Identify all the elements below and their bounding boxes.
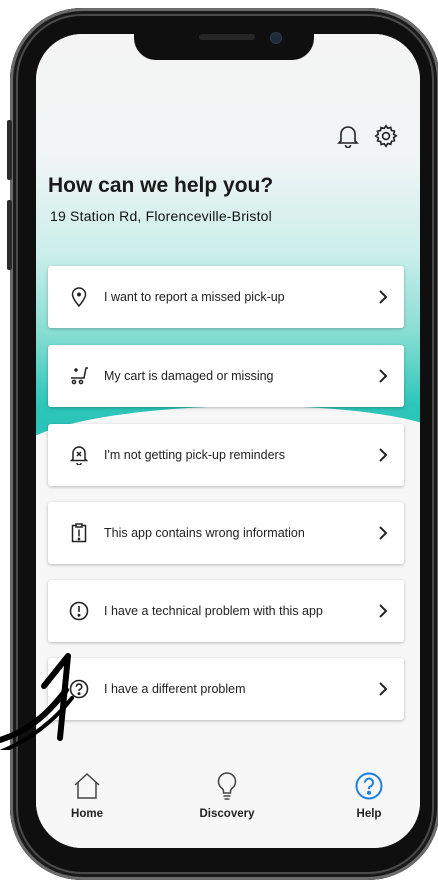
chevron-right-icon (376, 368, 390, 384)
bell-off-icon (68, 444, 90, 466)
annotation-arrow (0, 653, 74, 750)
option-label: I have a technical problem with this app (104, 604, 323, 618)
phone-side-button (7, 200, 12, 270)
lightbulb-icon (216, 770, 238, 802)
phone-camera (270, 32, 282, 44)
tab-label: Help (356, 808, 382, 820)
option-label: I'm not getting pick-up reminders (104, 448, 285, 462)
exclamation-circle-icon (68, 600, 90, 622)
phone-side-button (7, 120, 12, 180)
phone-speaker (199, 34, 255, 40)
option-label: I have a different problem (104, 682, 246, 696)
gear-icon[interactable] (370, 120, 402, 152)
chevron-right-icon (376, 603, 390, 619)
chevron-right-icon (376, 681, 390, 697)
chevron-right-icon (376, 289, 390, 305)
clipboard-alert-icon (68, 522, 90, 544)
option-missed-pickup[interactable]: I want to report a missed pick-up (48, 266, 404, 328)
option-label: I want to report a missed pick-up (104, 290, 285, 304)
location-pin-icon (68, 286, 90, 308)
tab-label: Home (71, 808, 103, 820)
cart-icon (68, 365, 90, 387)
tab-discovery[interactable]: Discovery (182, 770, 272, 820)
question-circle-icon (354, 770, 384, 802)
option-label: My cart is damaged or missing (104, 369, 274, 383)
bell-icon[interactable] (332, 120, 364, 152)
tab-help[interactable]: Help (324, 770, 414, 820)
option-label: This app contains wrong information (104, 526, 305, 540)
option-wrong-information[interactable]: This app contains wrong information (48, 502, 404, 564)
option-technical-problem[interactable]: I have a technical problem with this app (48, 580, 404, 642)
tab-label: Discovery (199, 808, 255, 820)
option-cart-damaged[interactable]: My cart is damaged or missing (48, 345, 404, 407)
chevron-right-icon (376, 525, 390, 541)
chevron-right-icon (376, 447, 390, 463)
address-text: 19 Station Rd, Florenceville-Bristol (50, 208, 272, 224)
option-no-reminders[interactable]: I'm not getting pick-up reminders (48, 424, 404, 486)
tab-home[interactable]: Home (42, 770, 132, 820)
home-icon (72, 770, 102, 802)
page-title: How can we help you? (48, 174, 274, 197)
bottom-tab-bar: Home Discovery Help (36, 760, 420, 848)
